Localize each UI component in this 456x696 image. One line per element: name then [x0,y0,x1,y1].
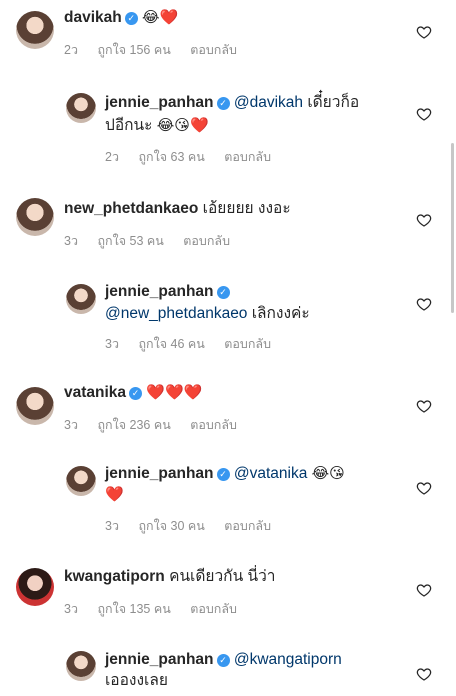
reply-button[interactable]: ตอบกลับ [224,337,271,351]
reply-button[interactable]: ตอบกลับ [190,43,237,57]
comment-text: new_phetdankaeo เอ้ยยยย งงอะ [64,198,291,220]
avatar[interactable] [66,651,96,681]
username-link[interactable]: davikah [64,9,122,26]
avatar[interactable] [16,387,54,425]
timestamp: 2ว [64,43,78,57]
timestamp: 3ว [64,234,78,248]
username-link[interactable]: jennie_panhan [105,283,214,300]
username-link[interactable]: new_phetdankaeo [64,200,198,217]
mention-link[interactable]: @vatanika [234,465,307,482]
verified-icon: ✓ [124,12,138,25]
comment-meta: 2ว ถูกใจ 63 คน ตอบกลับ [105,147,287,167]
heart-outline-icon[interactable] [416,582,432,598]
timestamp: 2ว [105,150,119,164]
verified-icon: ✓ [216,468,230,481]
heart-outline-icon[interactable] [416,666,432,682]
username-link[interactable]: jennie_panhan [105,465,214,482]
comment-text-line2: @new_phetdankaeo เลิกงงค่ะ [105,303,310,325]
comment-meta: 3ว ถูกใจ 135 คน ตอบกลับ [64,599,253,619]
username-link[interactable]: kwangatiporn [64,568,165,585]
username-link[interactable]: vatanika [64,384,126,401]
avatar[interactable] [66,284,96,314]
likes-count[interactable]: ถูกใจ 63 คน [138,150,204,164]
comment-body: เอ้ยยยย งงอะ [198,200,291,217]
reply-button[interactable]: ตอบกลับ [224,519,271,533]
comment-body: ปอีกนะ [105,117,153,134]
comment-text: kwangatiporn คนเดียวกัน นี่ว่า [64,566,275,588]
avatar[interactable] [16,198,54,236]
verified-icon: ✓ [216,654,230,667]
comment-meta: 3ว ถูกใจ 46 คน ตอบกลับ [105,334,287,354]
comment-meta: 3ว ถูกใจ 30 คน ตอบกลับ [105,516,287,536]
comment-text: jennie_panhan ✓ [105,281,230,303]
heart-outline-icon[interactable] [416,106,432,122]
emoji: ❤️❤️❤️ [146,384,203,401]
avatar[interactable] [16,568,54,606]
avatar[interactable] [66,93,96,123]
comment-text: davikah ✓ 😂❤️ [64,7,178,29]
verified-icon: ✓ [129,387,143,400]
emoji: 😂❤️ [142,9,179,26]
comment-meta: 3ว ถูกใจ 236 คน ตอบกลับ [64,415,253,435]
reply-button[interactable]: ตอบกลับ [190,602,237,616]
avatar[interactable] [66,466,96,496]
likes-count[interactable]: ถูกใจ 236 คน [97,418,170,432]
comment-body: เอองงเลย [105,672,168,689]
timestamp: 3ว [64,418,78,432]
mention-link[interactable]: @davikah [234,94,303,111]
reply-button[interactable]: ตอบกลับ [224,150,271,164]
emoji: 😂😘 [311,465,345,482]
heart-outline-icon[interactable] [416,212,432,228]
mention-link[interactable]: @new_phetdankaeo [105,305,247,322]
reply-button[interactable]: ตอบกลับ [183,234,230,248]
timestamp: 3ว [64,602,78,616]
emoji: ❤️ [105,486,124,503]
verified-icon: ✓ [216,286,230,299]
comment-body: เลิกงงค่ะ [247,305,310,322]
comment-text: vatanika ✓ ❤️❤️❤️ [64,382,202,404]
heart-outline-icon[interactable] [416,296,432,312]
verified-icon: ✓ [216,97,230,110]
username-link[interactable]: jennie_panhan [105,651,214,668]
mention-link[interactable]: @kwangatiporn [234,651,342,668]
comment-text-line2: ❤️ [105,484,124,506]
likes-count[interactable]: ถูกใจ 30 คน [138,519,204,533]
likes-count[interactable]: ถูกใจ 53 คน [97,234,163,248]
comment-text-line2: ปอีกนะ 😂😘❤️ [105,115,209,137]
username-link[interactable]: jennie_panhan [105,94,214,111]
likes-count[interactable]: ถูกใจ 135 คน [97,602,170,616]
comment-meta: 3ว ถูกใจ 53 คน ตอบกลับ [64,231,246,251]
comment-text: jennie_panhan ✓ @vatanika 😂😘 [105,463,345,485]
heart-outline-icon[interactable] [416,480,432,496]
timestamp: 3ว [105,337,119,351]
emoji: 😂😘❤️ [156,117,209,134]
comment-body: คนเดียวกัน นี่ว่า [164,568,276,585]
comment-body: เดี๋ยวก็อ [303,94,360,111]
comment-text: jennie_panhan ✓ @kwangatiporn [105,649,342,671]
comment-text-line2: เอองงเลย [105,670,168,692]
likes-count[interactable]: ถูกใจ 46 คน [138,337,204,351]
comment-text: jennie_panhan ✓ @davikah เดี๋ยวก็อ [105,92,359,114]
timestamp: 3ว [105,519,119,533]
heart-outline-icon[interactable] [416,24,432,40]
comment-meta: 2ว ถูกใจ 156 คน ตอบกลับ [64,40,253,60]
heart-outline-icon[interactable] [416,398,432,414]
reply-button[interactable]: ตอบกลับ [190,418,237,432]
avatar[interactable] [16,11,54,49]
scrollbar[interactable] [451,143,454,313]
likes-count[interactable]: ถูกใจ 156 คน [97,43,170,57]
